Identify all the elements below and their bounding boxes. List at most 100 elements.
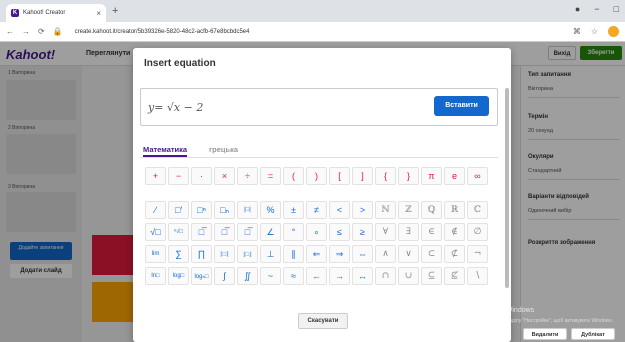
- insert-button[interactable]: Вставити: [434, 96, 489, 116]
- symbol-key[interactable]: ~: [260, 267, 281, 285]
- symbol-key[interactable]: <: [329, 201, 350, 219]
- star-icon[interactable]: ☆: [591, 27, 598, 36]
- symbol-key[interactable]: ∏: [191, 245, 212, 263]
- symbol-key[interactable]: □̅: [237, 223, 258, 241]
- symbol-key[interactable]: ≈: [283, 267, 304, 285]
- symbol-key[interactable]: ≥: [352, 223, 373, 241]
- symbol-key[interactable]: ∃: [398, 223, 419, 241]
- symbol-key[interactable]: }: [398, 167, 419, 185]
- symbol-key[interactable]: √□: [145, 223, 166, 241]
- symbol-key[interactable]: ⇒: [329, 245, 350, 263]
- symbol-key[interactable]: ∀: [375, 223, 396, 241]
- symbol-key[interactable]: +: [145, 167, 166, 185]
- symbol-key[interactable]: ∬: [237, 267, 258, 285]
- symbol-key[interactable]: (: [283, 167, 304, 185]
- new-tab-icon[interactable]: +: [112, 5, 118, 17]
- symbol-key[interactable]: ∥: [283, 245, 304, 263]
- symbol-key[interactable]: ∨: [398, 245, 419, 263]
- tab-greek[interactable]: грецька: [209, 145, 238, 154]
- symbol-key[interactable]: ): [306, 167, 327, 185]
- browser-tab[interactable]: K Kahoot! Creator ×: [6, 4, 106, 22]
- symbol-key[interactable]: −: [168, 167, 189, 185]
- symbol-key[interactable]: ↔: [352, 267, 373, 285]
- symbol-key[interactable]: ·: [191, 167, 212, 185]
- symbol-key[interactable]: lim: [145, 245, 166, 263]
- symbol-key[interactable]: ≠: [306, 201, 327, 219]
- symbol-key[interactable]: ⁿ√□: [168, 223, 189, 241]
- symbol-key[interactable]: ×: [214, 167, 235, 185]
- symbol-key[interactable]: ∪: [398, 267, 419, 285]
- windows-watermark-sub: Перейдіть до розділу "Настройки", щоб ак…: [472, 318, 614, 324]
- symbol-key[interactable]: ⊂: [421, 245, 442, 263]
- symbol-key[interactable]: ℝ: [444, 201, 465, 219]
- delete-button[interactable]: Видалити: [523, 328, 567, 340]
- symbol-key[interactable]: □ⁿ: [191, 201, 212, 219]
- maximize-icon[interactable]: □: [614, 4, 619, 14]
- symbol-key[interactable]: ∈: [421, 223, 442, 241]
- symbol-key[interactable]: ℚ: [421, 201, 442, 219]
- symbol-key[interactable]: ÷: [237, 167, 258, 185]
- symbol-key[interactable]: ∫: [214, 267, 235, 285]
- symbol-key[interactable]: ⊄: [444, 245, 465, 263]
- symbol-key[interactable]: %: [260, 201, 281, 219]
- symbol-key[interactable]: >: [352, 201, 373, 219]
- symbol-key[interactable]: ∉: [444, 223, 465, 241]
- symbol-key[interactable]: [: [329, 167, 350, 185]
- symbol-key[interactable]: ⇔: [352, 245, 373, 263]
- back-icon[interactable]: ←: [6, 27, 14, 36]
- symbol-key[interactable]: ℕ: [375, 201, 396, 219]
- symbol-key[interactable]: ∖: [467, 267, 488, 285]
- symbol-key[interactable]: logₙ□: [191, 267, 212, 285]
- translate-icon[interactable]: ⌘: [573, 27, 581, 36]
- symbol-key[interactable]: □̅: [214, 223, 235, 241]
- symbol-key[interactable]: e: [444, 167, 465, 185]
- symbol-key[interactable]: ≤: [329, 223, 350, 241]
- minimize-icon[interactable]: −: [594, 4, 599, 14]
- scrollbar[interactable]: [505, 88, 509, 288]
- cancel-button[interactable]: Скасувати: [298, 313, 348, 329]
- symbol-key[interactable]: ⌈□⌉: [214, 245, 235, 263]
- symbol-key[interactable]: ∠: [260, 223, 281, 241]
- url-field[interactable]: create.kahoot.it/creator/5b39326e-5820-4…: [75, 29, 250, 35]
- symbol-key[interactable]: ⊥: [260, 245, 281, 263]
- tab-math[interactable]: Математика: [143, 145, 188, 157]
- symbol-key[interactable]: □′: [168, 201, 189, 219]
- symbol-key[interactable]: ←: [306, 267, 327, 285]
- symbol-key[interactable]: ∩: [375, 267, 396, 285]
- symbol-key[interactable]: ⊆: [421, 267, 442, 285]
- avatar[interactable]: [608, 26, 619, 37]
- symbol-key[interactable]: |□|: [237, 201, 258, 219]
- symbol-key[interactable]: log□: [168, 267, 189, 285]
- symbol-key[interactable]: □̅: [191, 223, 212, 241]
- symbol-key[interactable]: ℂ: [467, 201, 488, 219]
- symbol-key[interactable]: ln□: [145, 267, 166, 285]
- lock-icon: 🔒: [52, 27, 63, 36]
- record-icon[interactable]: ●: [575, 4, 580, 14]
- symbol-key[interactable]: ∞: [467, 167, 488, 185]
- symbol-key[interactable]: =: [260, 167, 281, 185]
- symbol-key[interactable]: ]: [352, 167, 373, 185]
- symbol-key[interactable]: ∧: [375, 245, 396, 263]
- symbol-row-4: lim ∑ ∏ ⌈□⌉ ⌊□⌋ ⊥ ∥ ⇐ ⇒ ⇔ ∧ ∨ ⊂ ⊄ ¬: [145, 245, 488, 263]
- symbol-key[interactable]: ∘: [306, 223, 327, 241]
- symbol-key[interactable]: ±: [283, 201, 304, 219]
- symbol-key[interactable]: □ₙ: [214, 201, 235, 219]
- symbol-key[interactable]: ∑: [168, 245, 189, 263]
- symbol-key[interactable]: ⊈: [444, 267, 465, 285]
- duplicate-button[interactable]: Дублікат: [571, 328, 615, 340]
- symbol-key[interactable]: ⌊□⌋: [237, 245, 258, 263]
- reload-icon[interactable]: ⟳: [38, 27, 45, 36]
- symbol-key[interactable]: {: [375, 167, 396, 185]
- symbol-key[interactable]: ⁄: [145, 201, 166, 219]
- symbol-key[interactable]: ⇐: [306, 245, 327, 263]
- equation-text[interactable]: y= √x − 2: [148, 101, 203, 114]
- symbol-key[interactable]: ℤ: [398, 201, 419, 219]
- symbol-key[interactable]: °: [283, 223, 304, 241]
- kahoot-favicon-icon: K: [11, 9, 19, 17]
- forward-icon[interactable]: →: [22, 27, 30, 36]
- symbol-key[interactable]: ¬: [467, 245, 488, 263]
- close-tab-icon[interactable]: ×: [96, 9, 101, 18]
- symbol-key[interactable]: →: [329, 267, 350, 285]
- symbol-key[interactable]: π: [421, 167, 442, 185]
- symbol-key[interactable]: ∅: [467, 223, 488, 241]
